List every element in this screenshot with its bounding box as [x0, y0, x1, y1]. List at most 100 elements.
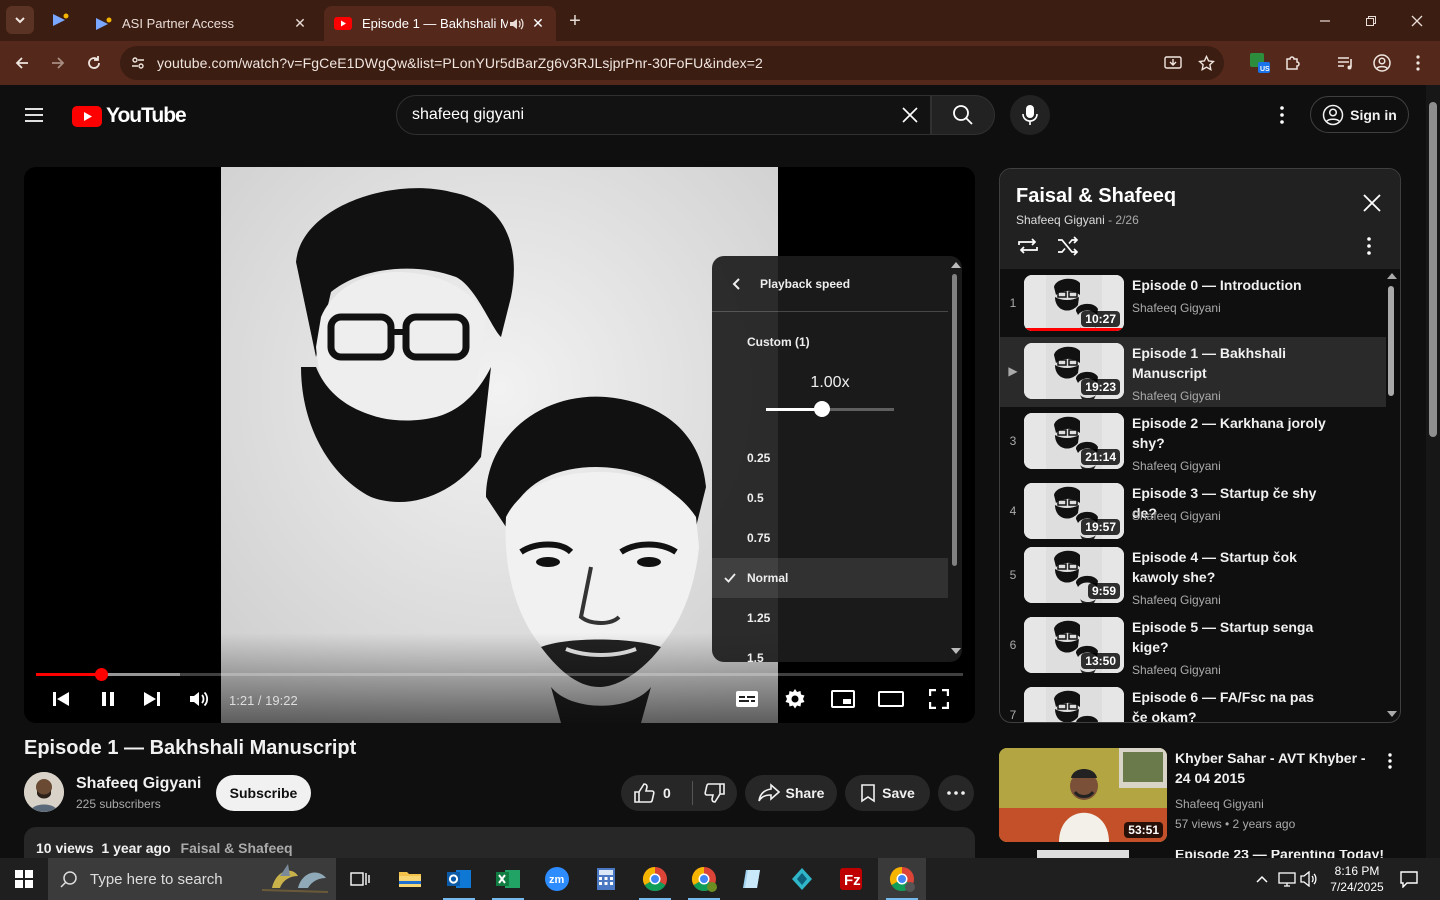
extensions-button[interactable] [1279, 49, 1307, 77]
mute-button[interactable] [181, 681, 217, 717]
speed-option[interactable]: Normal [712, 558, 948, 598]
tab-group-icon[interactable] [48, 10, 72, 30]
playlist-item-thumbnail[interactable]: 19:23 [1024, 343, 1124, 399]
scroll-down-arrow-icon[interactable] [951, 648, 961, 654]
scroll-down-arrow-icon[interactable] [1387, 711, 1397, 717]
sign-in-button[interactable]: Sign in [1310, 96, 1409, 133]
clear-search-button[interactable] [890, 106, 930, 124]
scroll-up-arrow-icon[interactable] [1387, 273, 1397, 279]
audio-playing-icon[interactable] [508, 17, 524, 31]
playlist-scrollbar-thumb[interactable] [1388, 286, 1394, 396]
pause-button[interactable] [90, 681, 126, 717]
previous-button[interactable] [43, 681, 79, 717]
reload-button[interactable] [80, 49, 108, 77]
start-button[interactable] [0, 858, 48, 900]
related-thumbnail-2[interactable] [1037, 850, 1129, 858]
media-control-button[interactable] [1332, 49, 1360, 77]
related-thumbnail[interactable]: 53:51 [999, 748, 1167, 842]
file-explorer-app[interactable] [386, 858, 434, 900]
task-view-button[interactable] [336, 858, 384, 900]
youtube-logo[interactable]: YouTube [72, 104, 187, 128]
playlist-item-thumbnail[interactable]: 21:14 [1024, 413, 1124, 469]
address-bar[interactable]: youtube.com/watch?v=FgCeE1DWgQw&list=PLo… [120, 46, 1224, 80]
fullscreen-button[interactable] [921, 681, 957, 717]
playlist-menu-button[interactable] [1366, 236, 1372, 256]
playback-speed-back-button[interactable]: Playback speed [712, 256, 948, 312]
notepad-app[interactable] [729, 858, 777, 900]
save-button[interactable]: Save [845, 775, 930, 811]
subtitles-button[interactable] [729, 681, 765, 717]
close-playlist-button[interactable] [1362, 193, 1382, 213]
loop-playlist-button[interactable] [1016, 236, 1040, 256]
more-actions-button[interactable] [938, 775, 974, 811]
theater-mode-button[interactable] [873, 681, 909, 717]
speed-slider[interactable] [766, 401, 894, 417]
playlist-item-thumbnail[interactable]: 19:57 [1024, 483, 1124, 539]
playlist-item-title[interactable]: Episode 1 — Bakhshali Manuscript [1132, 343, 1332, 383]
guide-menu-button[interactable] [22, 103, 46, 127]
speed-option[interactable]: 0.75 [712, 518, 948, 558]
forward-button[interactable] [44, 49, 72, 77]
excel-app[interactable] [484, 858, 532, 900]
next-button[interactable] [134, 681, 170, 717]
related-more-button[interactable] [1387, 752, 1393, 770]
menu-scrollbar[interactable] [952, 274, 957, 566]
site-info-icon[interactable] [130, 55, 146, 71]
playlist-title[interactable]: Faisal & Shafeeq [1016, 185, 1176, 208]
playlist-item-title[interactable]: Episode 0 — Introduction [1132, 275, 1332, 295]
speed-option[interactable]: 0.25 [712, 438, 948, 478]
playlist-item-title[interactable]: Episode 6 — FA/Fsc na pas če okam? [1132, 687, 1332, 722]
playlist-item[interactable]: 1 10:27 Episode 0 — Introduction Shafeeq Gi… [1000, 269, 1386, 339]
bookmark-star-icon[interactable] [1198, 54, 1215, 72]
playlist-item-thumbnail[interactable]: 13:50 [1024, 617, 1124, 673]
chrome-app-3-active[interactable] [878, 858, 926, 900]
extension-vpn-button[interactable]: US [1246, 49, 1274, 77]
miniplayer-button[interactable] [825, 681, 861, 717]
outlook-app[interactable] [435, 858, 483, 900]
speed-option[interactable]: 0.5 [712, 478, 948, 518]
voice-search-button[interactable] [1010, 95, 1050, 135]
vpn-app[interactable] [778, 858, 826, 900]
chrome-app-1[interactable] [631, 858, 679, 900]
playlist-item[interactable]: 4 19:57 Episode 3 — Startup če shy de? Shaf… [1000, 477, 1386, 547]
subscribe-button[interactable]: Subscribe [216, 775, 311, 811]
page-scrollbar-thumb[interactable] [1429, 102, 1437, 437]
window-minimize-button[interactable] [1302, 0, 1348, 41]
video-player[interactable]: Playback speed Custom (1) 1.00x 0.25 0.5 0… [24, 167, 975, 723]
back-button[interactable] [8, 49, 36, 77]
speed-option[interactable]: 1.5 [712, 638, 948, 662]
description-box[interactable]: 10 views 1 year ago Faisal & Shafeeq [24, 827, 975, 858]
playlist-link[interactable]: Faisal & Shafeeq [181, 840, 293, 856]
zoom-app[interactable]: zm [533, 858, 581, 900]
taskbar-search-box[interactable]: Type here to search [48, 858, 336, 900]
browser-menu-button[interactable] [1404, 49, 1432, 77]
new-tab-button[interactable]: + [562, 9, 588, 33]
dislike-button[interactable] [693, 782, 737, 804]
chrome-app-2[interactable] [680, 858, 728, 900]
filezilla-app[interactable]: Fz [827, 858, 875, 900]
taskbar-clock[interactable]: 8:16 PM 7/24/2025 [1325, 863, 1389, 895]
scroll-up-arrow-icon[interactable] [951, 262, 961, 268]
tab-close-icon[interactable]: ✕ [292, 15, 308, 32]
tab-search-dropdown[interactable] [6, 6, 34, 34]
speed-option[interactable]: 1.25 [712, 598, 948, 638]
speed-slider-thumb[interactable] [814, 401, 831, 417]
progress-bar[interactable] [36, 668, 963, 681]
related-title-2[interactable]: Episode 23 — Parenting Today! [1175, 850, 1384, 858]
share-button[interactable]: Share [745, 775, 837, 811]
playlist-item-title[interactable]: Episode 4 — Startup čok kawoly she? [1132, 547, 1332, 587]
search-box[interactable]: shafeeq gigyani [396, 95, 931, 135]
scrubber-handle[interactable] [94, 668, 108, 681]
install-app-icon[interactable] [1164, 55, 1182, 71]
shuffle-playlist-button[interactable] [1056, 236, 1080, 256]
calculator-app[interactable] [582, 858, 630, 900]
tab-asi-partner-access[interactable]: ASI Partner Access ✕ [84, 6, 318, 41]
playlist-item-thumbnail[interactable]: 9:59 [1024, 547, 1124, 603]
playlist-item[interactable]: 3 21:14 Episode 2 — Karkhana joroly shy? Sh… [1000, 407, 1386, 477]
channel-avatar[interactable] [24, 772, 64, 812]
volume-tray-button[interactable] [1298, 858, 1320, 900]
playlist-item[interactable]: 6 13:50 Episode 5 — Startup senga kige? Sha… [1000, 611, 1386, 681]
window-restore-button[interactable] [1348, 0, 1394, 41]
playlist-item-thumbnail[interactable]: 16:54 [1024, 687, 1124, 722]
like-button[interactable]: 0 [633, 782, 692, 804]
